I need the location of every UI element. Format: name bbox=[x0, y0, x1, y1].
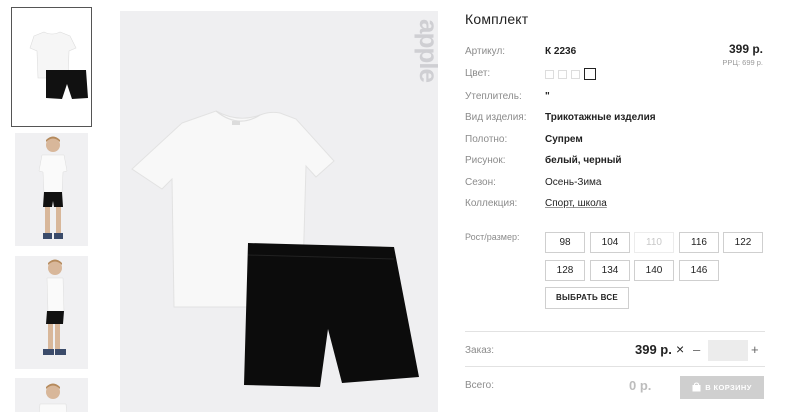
order-price: 399 р. bbox=[635, 342, 672, 357]
attr-value: белый, черный bbox=[545, 155, 622, 166]
size-button[interactable]: 140 bbox=[634, 260, 674, 281]
order-label: Заказ: bbox=[465, 345, 495, 356]
attr-label: Утеплитель: bbox=[465, 91, 522, 102]
attr-value: Трикотажные изделия bbox=[545, 112, 656, 123]
decrease-quantity-button[interactable]: – bbox=[693, 343, 700, 356]
total-value: 0 р. bbox=[629, 378, 652, 393]
shorts-shape bbox=[244, 243, 419, 387]
size-button[interactable]: 116 bbox=[679, 232, 719, 253]
thumbnail-model-back[interactable] bbox=[15, 378, 88, 412]
attr-label: Коллекция: bbox=[465, 198, 518, 209]
times-icon: × bbox=[676, 341, 685, 357]
divider bbox=[465, 366, 765, 367]
attr-article: Артикул: К 2236 bbox=[465, 44, 765, 60]
size-button[interactable]: 98 bbox=[545, 232, 585, 253]
attr-label: Вид изделия: bbox=[465, 112, 527, 123]
brand-watermark: apple bbox=[414, 19, 438, 82]
size-button-unavailable: 110 bbox=[634, 232, 674, 253]
thumbnail-model-front[interactable] bbox=[15, 133, 88, 246]
attr-pattern: Рисунок: белый, черный bbox=[465, 153, 765, 169]
quantity-input[interactable] bbox=[708, 340, 748, 361]
attr-fabric: Полотно: Супрем bbox=[465, 132, 765, 148]
attr-value: Супрем bbox=[545, 134, 583, 145]
shopping-bag-icon bbox=[692, 382, 701, 392]
size-button[interactable]: 134 bbox=[590, 260, 630, 281]
attr-season: Сезон: Осень-Зима bbox=[465, 175, 765, 191]
total-label: Всего: bbox=[465, 380, 494, 391]
thumbnail-model-front-image bbox=[38, 136, 68, 239]
color-swatch-selected[interactable] bbox=[584, 68, 596, 80]
attr-value: Осень-Зима bbox=[545, 177, 602, 188]
size-button[interactable]: 146 bbox=[679, 260, 719, 281]
product-title: Комплект bbox=[465, 11, 529, 27]
attr-product-type: Вид изделия: Трикотажные изделия bbox=[465, 110, 765, 126]
attr-color: Цвет: bbox=[465, 66, 765, 82]
size-button[interactable]: 104 bbox=[590, 232, 630, 253]
thumbnail-model-side-image bbox=[43, 259, 66, 355]
add-to-cart-label: В КОРЗИНУ bbox=[705, 383, 752, 392]
thumbnail-model-back-image bbox=[39, 383, 67, 412]
product-photo: apple bbox=[131, 19, 438, 387]
collection-link[interactable]: Спорт, школа bbox=[545, 196, 607, 212]
attr-collection: Коллекция: Спорт, школа bbox=[465, 196, 765, 212]
color-swatch[interactable] bbox=[545, 70, 554, 79]
size-button[interactable]: 128 bbox=[545, 260, 585, 281]
size-button[interactable]: 122 bbox=[723, 232, 763, 253]
color-swatch[interactable] bbox=[571, 70, 580, 79]
thumbnail-set-image bbox=[29, 31, 88, 99]
attr-label: Артикул: bbox=[465, 46, 506, 57]
svg-text:apple: apple bbox=[414, 19, 438, 82]
increase-quantity-button[interactable]: + bbox=[751, 343, 759, 356]
attr-insulation: Утеплитель: " bbox=[465, 89, 765, 105]
select-all-sizes-button[interactable]: ВЫБРАТЬ ВСЕ bbox=[545, 287, 629, 309]
thumbnail-model-side[interactable] bbox=[15, 256, 88, 369]
attr-label: Рисунок: bbox=[465, 155, 506, 166]
color-swatch[interactable] bbox=[558, 70, 567, 79]
attr-value: К 2236 bbox=[545, 46, 577, 57]
add-to-cart-button[interactable]: В КОРЗИНУ bbox=[680, 376, 764, 399]
attr-label: Полотно: bbox=[465, 134, 508, 145]
attr-label: Сезон: bbox=[465, 177, 496, 188]
main-product-image[interactable]: apple bbox=[120, 11, 438, 412]
thumbnail-set-flat[interactable] bbox=[11, 7, 92, 127]
divider bbox=[465, 331, 765, 332]
attr-label: Цвет: bbox=[465, 68, 491, 79]
attr-value: " bbox=[545, 91, 550, 102]
size-label: Рост/размер: bbox=[465, 232, 520, 242]
